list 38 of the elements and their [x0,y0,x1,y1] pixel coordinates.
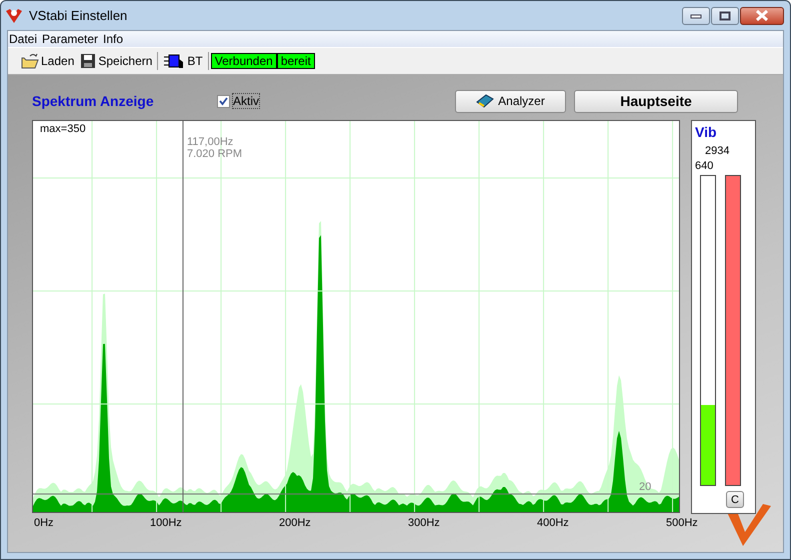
open-button[interactable]: Laden [18,53,78,69]
vib-title: Vib [695,124,717,140]
section-title: Spektrum Anzeige [32,93,155,109]
aktiv-checkbox[interactable] [217,94,230,108]
vib-value: 640 [695,160,714,172]
menu-item[interactable]: Info [102,32,128,46]
save-button[interactable]: Speichern [77,53,156,69]
axis-label: 100Hz [150,517,182,529]
minimize-icon [690,12,702,18]
app-logo-icon [5,8,23,24]
status-label: Verbunden [210,53,277,69]
chart-label: 7.020 RPM [187,148,242,160]
axis-label: 500Hz [666,517,698,529]
analyzer-button[interactable]: Analyzer [455,90,566,112]
chart-label: max=350 [40,123,86,135]
axis-label: 400Hz [537,517,569,529]
menu-item[interactable]: Datei [8,32,42,46]
checkbox-label: Aktiv [232,93,260,109]
vib-value: 2934 [705,145,730,157]
folder-icon [21,53,39,69]
minimize-button[interactable] [682,6,710,24]
close-button[interactable] [740,6,784,24]
reset-button[interactable]: C [726,491,744,508]
maximize-button[interactable] [711,6,739,24]
axis-label: 0Hz [34,517,54,529]
close-icon [755,10,769,21]
book-icon [476,94,494,108]
chart-label: 20 [639,481,652,493]
menu-item[interactable]: Parameter [41,32,102,46]
axis-label: 200Hz [279,517,311,529]
plug-icon [163,53,186,69]
bluetooth-button[interactable]: BT [160,53,206,69]
axis-label: 300Hz [408,517,440,529]
status-label: bereit [276,53,315,69]
window-title: VStabi Einstellen [29,8,128,23]
main-page-button[interactable]: Hauptseite [574,90,738,112]
maximize-icon [719,10,731,20]
chart-label: 117,00Hz [187,136,234,148]
